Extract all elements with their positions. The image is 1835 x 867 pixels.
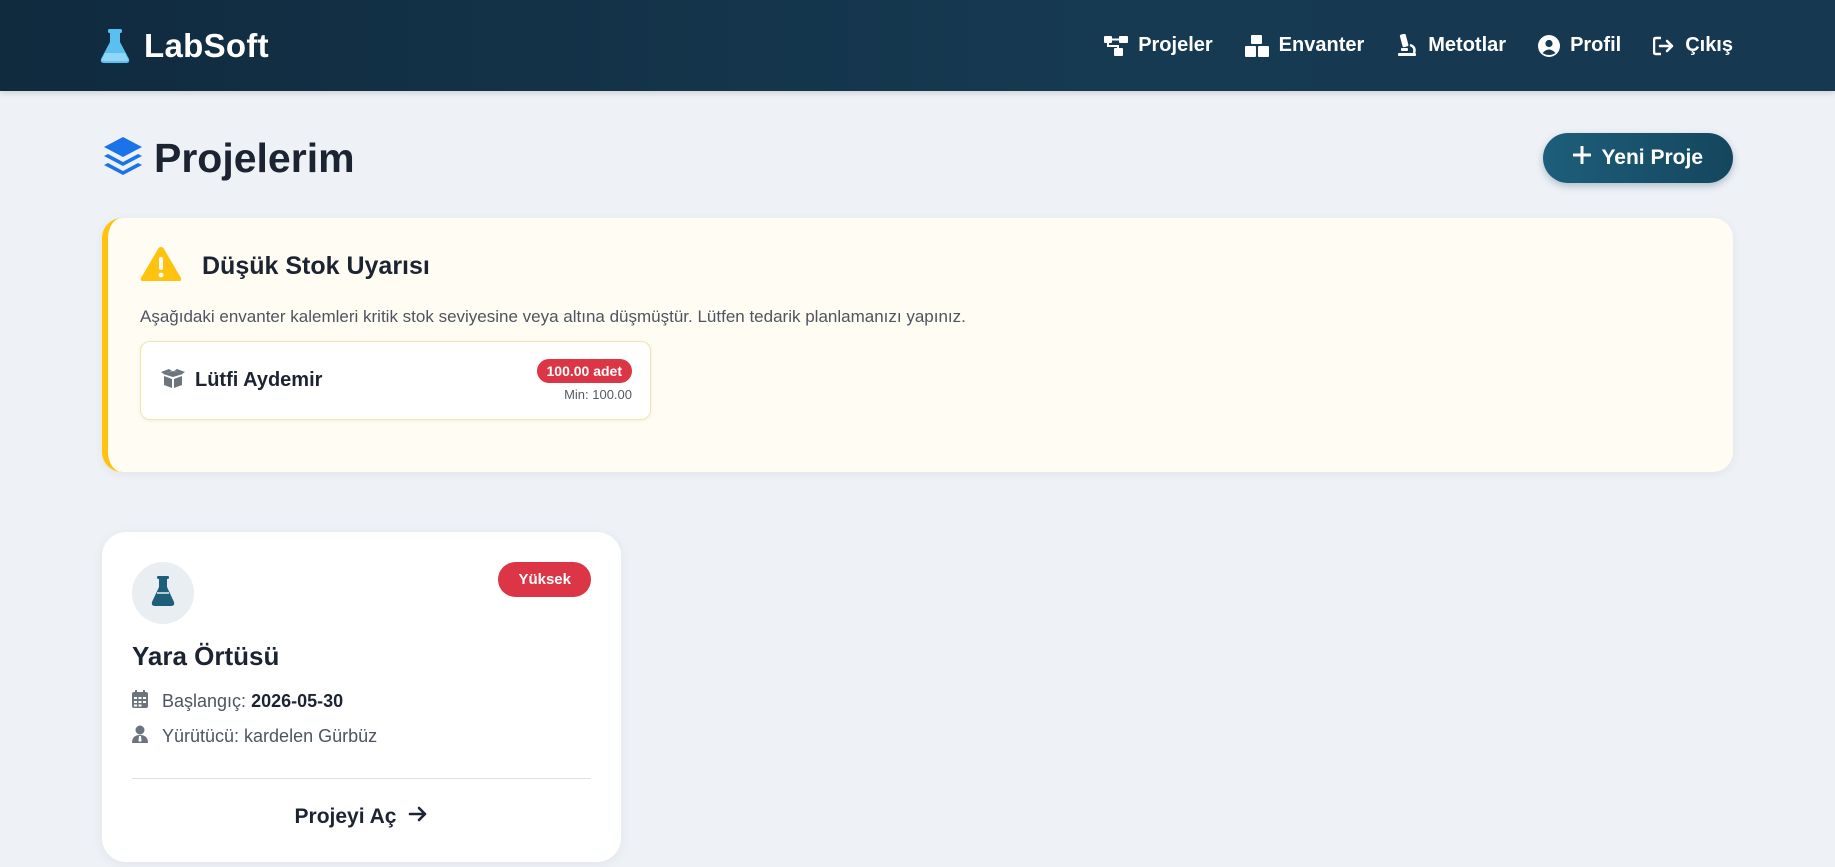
nav-item-cikis[interactable]: Çıkış (1653, 34, 1733, 57)
project-card[interactable]: Yüksek Yara Örtüsü Başlangıç: 2026-05-30… (102, 532, 621, 862)
sign-out-icon (1653, 36, 1675, 56)
project-meta: Başlangıç: 2026-05-30 Yürütücü: kardelen… (132, 690, 591, 748)
page-title: Projelerim (154, 134, 355, 181)
project-card-header: Yüksek (132, 562, 591, 624)
plus-icon (1572, 145, 1592, 170)
low-stock-alert: Düşük Stok Uyarısı Aşağıdaki envanter ka… (102, 218, 1733, 472)
stock-item-info: Lütfi Aydemir (161, 368, 322, 393)
flask-icon (151, 575, 175, 611)
brand-name: LabSoft (144, 26, 269, 64)
project-title: Yara Örtüsü (132, 641, 280, 671)
nav-label: Envanter (1278, 34, 1365, 56)
project-owner: Yürütücü: kardelen Gürbüz (162, 726, 378, 746)
new-project-label: Yeni Proje (1601, 146, 1703, 169)
user-circle-icon (1538, 34, 1561, 57)
layer-group-icon (102, 135, 144, 182)
main-nav: Projeler Envanter Metotlar Profil Çıkış (1104, 33, 1733, 58)
arrow-right-icon (408, 805, 428, 829)
sitemap-icon (1104, 35, 1129, 56)
nav-item-metotlar[interactable]: Metotlar (1396, 33, 1507, 58)
project-owner-row: Yürütücü: kardelen Gürbüz (132, 725, 591, 748)
page-title-group: Projelerim (102, 135, 355, 182)
open-project-link[interactable]: Projeyi Aç (132, 805, 591, 829)
microscope-icon (1396, 33, 1418, 58)
page-header: Projelerim Yeni Proje (102, 91, 1733, 221)
boxes-icon (1244, 34, 1269, 57)
project-start: Başlangıç: 2026-05-30 (162, 691, 343, 712)
top-navbar: LabSoft Projeler Envanter Metotlar Profi… (0, 0, 1835, 91)
nav-label: Çıkış (1685, 34, 1733, 56)
stock-quantity-badge: 100.00 adet (536, 359, 632, 383)
project-start-label: Başlangıç: (162, 691, 247, 711)
stock-min-level: Min: 100.00 (564, 387, 632, 402)
calendar-icon (132, 690, 148, 713)
alert-title: Düşük Stok Uyarısı (202, 252, 430, 280)
flask-icon (100, 28, 130, 63)
box-open-icon (161, 368, 185, 393)
stock-item-name: Lütfi Aydemir (195, 369, 323, 391)
nav-item-envanter[interactable]: Envanter (1244, 34, 1365, 57)
alert-description: Aşağıdaki envanter kalemleri kritik stok… (140, 307, 966, 326)
main-content: Projelerim Yeni Proje Düşük Stok Uyarısı… (0, 91, 1835, 862)
nav-label: Projeler (1138, 34, 1213, 56)
project-avatar (132, 562, 194, 624)
open-project-label: Projeyi Aç (294, 805, 397, 828)
nav-label: Metotlar (1428, 34, 1507, 56)
priority-badge: Yüksek (498, 562, 591, 597)
nav-item-projeler[interactable]: Projeler (1104, 34, 1213, 57)
brand-logo[interactable]: LabSoft (100, 27, 269, 65)
card-divider (132, 778, 591, 779)
new-project-button[interactable]: Yeni Proje (1543, 133, 1733, 183)
user-tie-icon (132, 725, 148, 748)
project-start-row: Başlangıç: 2026-05-30 (132, 690, 591, 713)
warning-icon (140, 246, 182, 287)
nav-label: Profil (1570, 34, 1622, 56)
project-start-date: 2026-05-30 (251, 691, 344, 711)
nav-item-profil[interactable]: Profil (1538, 34, 1621, 57)
stock-item-levels: 100.00 adet Min: 100.00 (536, 359, 632, 402)
stock-item-card[interactable]: Lütfi Aydemir 100.00 adet Min: 100.00 (140, 341, 651, 420)
alert-header: Düşük Stok Uyarısı (140, 246, 1701, 287)
